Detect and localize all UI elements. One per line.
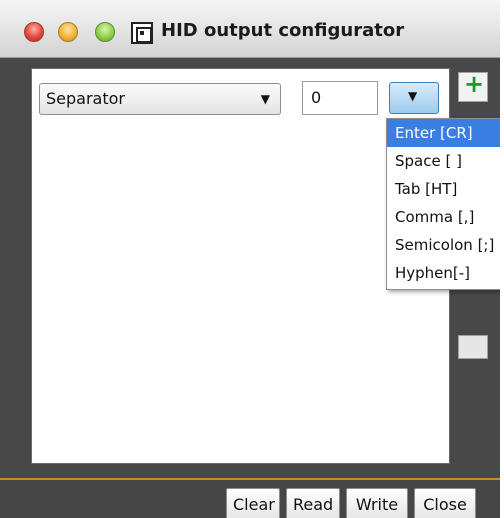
dropdown-item-tab[interactable]: Tab [HT] xyxy=(387,175,500,203)
chevron-down-icon: ▼ xyxy=(408,89,418,103)
app-icon xyxy=(131,22,153,44)
minimize-window-icon[interactable] xyxy=(58,22,78,42)
separator-char-dropdown: Enter [CR] Space [ ] Tab [HT] Comma [,] … xyxy=(386,118,500,290)
window-title: HID output configurator xyxy=(161,20,405,41)
side-action-button-lower[interactable] xyxy=(458,335,488,359)
separator-type-combo[interactable]: Separator ▼ xyxy=(39,83,281,115)
separator-char-combo[interactable]: ▼ xyxy=(389,82,439,114)
close-button[interactable]: Close xyxy=(414,488,476,518)
clear-button[interactable]: Clear xyxy=(226,488,280,518)
dropdown-item-enter[interactable]: Enter [CR] xyxy=(387,119,500,147)
title-bar: HID output configurator xyxy=(0,0,500,58)
footer-bar: Clear Read Write Close xyxy=(0,480,500,518)
read-button[interactable]: Read xyxy=(286,488,340,518)
add-row-button[interactable]: + xyxy=(458,70,488,102)
dropdown-item-hyphen[interactable]: Hyphen[-] xyxy=(387,259,500,287)
dropdown-item-comma[interactable]: Comma [,] xyxy=(387,203,500,231)
hid-output-configurator-window: HID output configurator Separator ▼ 0 ▼ … xyxy=(0,0,500,518)
dropdown-item-space[interactable]: Space [ ] xyxy=(387,147,500,175)
separator-type-value: Separator xyxy=(46,89,125,108)
maximize-window-icon[interactable] xyxy=(95,22,115,42)
plus-icon: + xyxy=(464,70,485,98)
chevron-down-icon: ▼ xyxy=(260,92,270,106)
separator-count-field[interactable]: 0 xyxy=(302,81,378,115)
close-window-icon[interactable] xyxy=(24,22,44,42)
write-button[interactable]: Write xyxy=(346,488,408,518)
dropdown-item-semicolon[interactable]: Semicolon [;] xyxy=(387,231,500,259)
